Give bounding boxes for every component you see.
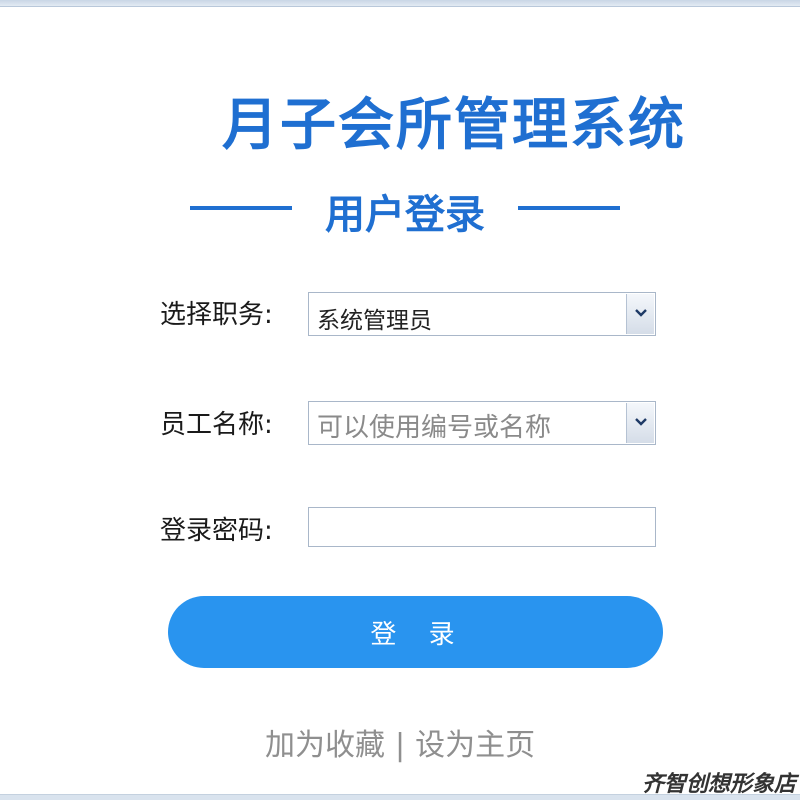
login-heading: 用户登录 [190, 182, 620, 238]
role-dropdown-button[interactable] [626, 294, 654, 334]
role-select[interactable]: 系统管理员 [308, 292, 656, 336]
chevron-down-icon [635, 418, 647, 426]
bottom-border [0, 794, 800, 800]
bottom-links: 加为收藏 | 设为主页 [265, 720, 535, 764]
role-label: 选择职务: [160, 300, 273, 330]
password-label: 登录密码: [160, 516, 273, 546]
add-bookmark-link[interactable]: 加为收藏 [265, 728, 385, 763]
login-subtitle: 用户登录 [325, 192, 485, 238]
employee-dropdown-button[interactable] [626, 403, 654, 443]
employee-select-placeholder: 可以使用编号或名称 [317, 413, 552, 443]
chevron-down-icon [635, 309, 647, 317]
app-title: 月子会所管理系统 [222, 93, 686, 158]
set-homepage-link[interactable]: 设为主页 [415, 728, 535, 763]
employee-label: 员工名称: [160, 410, 273, 440]
link-separator: | [395, 728, 406, 763]
role-select-value: 系统管理员 [317, 308, 432, 334]
password-input[interactable] [308, 507, 656, 547]
heading-divider-right [518, 206, 620, 210]
employee-select[interactable]: 可以使用编号或名称 [308, 401, 656, 445]
login-button[interactable]: 登 录 [168, 596, 663, 668]
top-border [0, 0, 800, 7]
heading-divider-left [190, 206, 292, 210]
